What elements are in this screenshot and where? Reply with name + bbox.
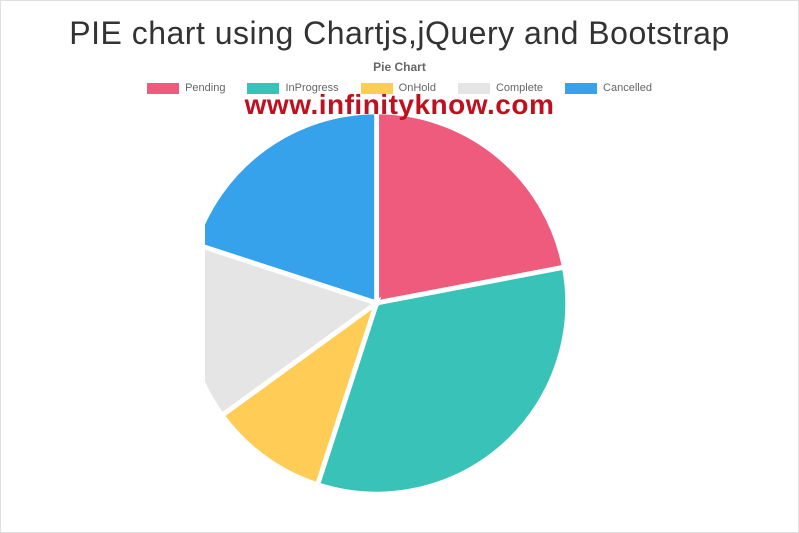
pie-chart-container <box>1 102 798 498</box>
legend-label: Cancelled <box>603 82 652 94</box>
legend-item[interactable]: Pending <box>147 82 225 94</box>
legend-label: Pending <box>185 82 225 94</box>
legend-swatch <box>147 83 179 94</box>
legend-item[interactable]: Cancelled <box>565 82 652 94</box>
page-title: PIE chart using Chartjs,jQuery and Boots… <box>1 1 798 56</box>
watermark-text: www.infinityknow.com <box>245 89 555 121</box>
chart-title: Pie Chart <box>1 56 798 82</box>
legend-swatch <box>565 83 597 94</box>
pie-chart <box>205 108 595 498</box>
